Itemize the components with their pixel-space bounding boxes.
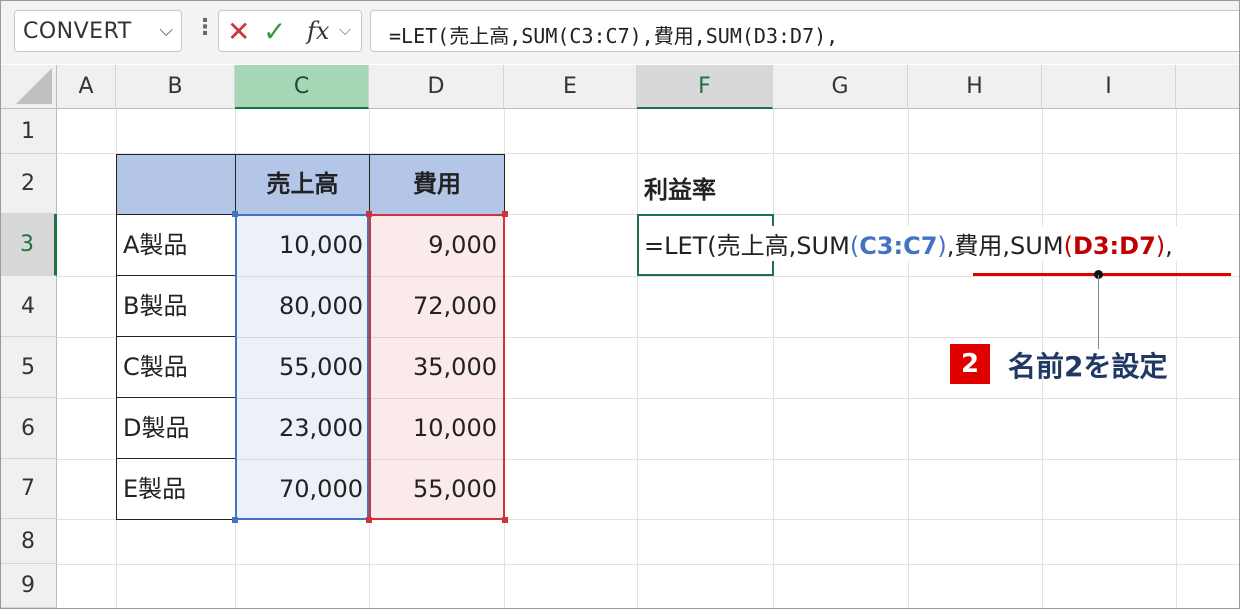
screenshot-border: [0, 0, 1240, 609]
